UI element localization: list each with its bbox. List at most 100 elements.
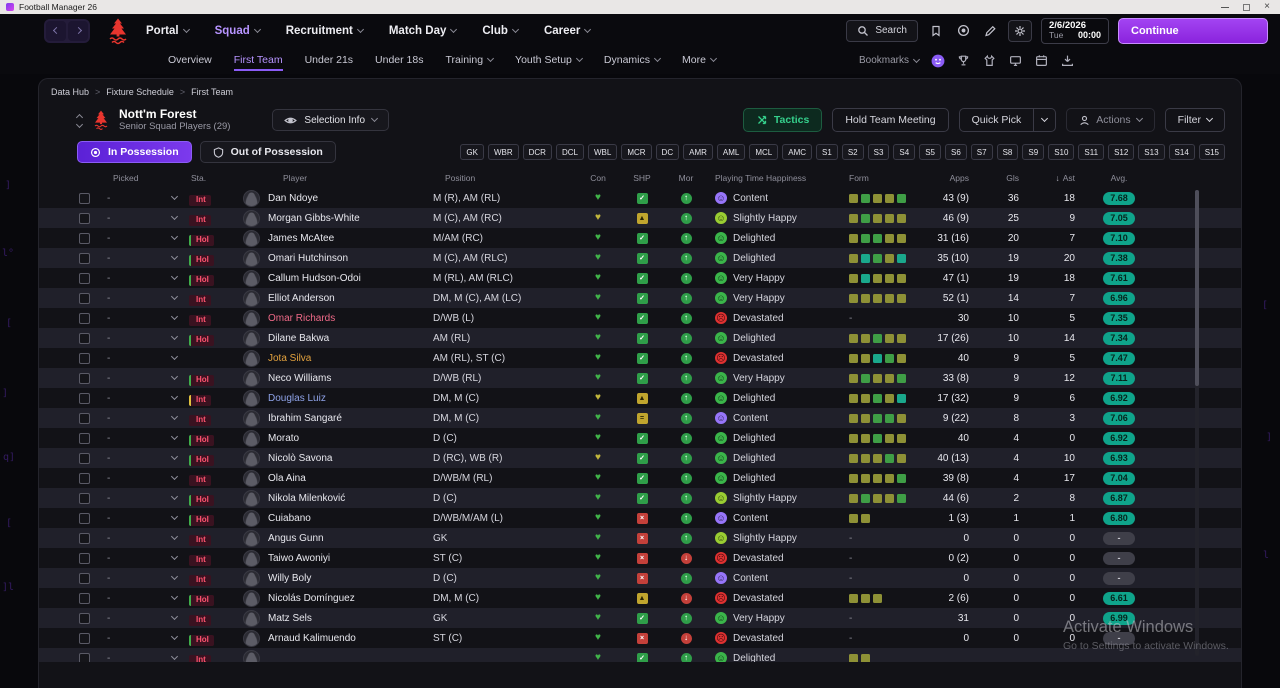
table-row[interactable]: - Int Douglas Luiz DM, M (C) ▲ ↑ ☺ Delig… <box>39 388 1241 408</box>
player-cell[interactable]: Angus Gunn <box>243 529 421 547</box>
screen-icon[interactable] <box>1008 53 1023 68</box>
player-cell[interactable]: Callum Hudson-Odoi <box>243 269 421 287</box>
table-row[interactable]: - Int Elliot Anderson DM, M (C), AM (LC)… <box>39 288 1241 308</box>
player-cell[interactable]: Willy Boly <box>243 569 421 587</box>
row-checkbox[interactable] <box>79 652 90 662</box>
row-checkbox[interactable] <box>79 532 90 544</box>
ball-icon[interactable] <box>954 22 972 40</box>
table-row[interactable]: - Int ✓ ↑ ☺ Delighted <box>39 648 1241 662</box>
row-checkbox[interactable] <box>79 552 90 564</box>
continue-button[interactable]: Continue <box>1118 17 1268 44</box>
nav-item-career[interactable]: Career <box>544 25 592 37</box>
position-chip-amr[interactable]: AMR <box>683 144 713 160</box>
tab-more[interactable]: More <box>682 50 717 71</box>
col-status[interactable]: Sta. <box>189 173 243 183</box>
col-playing-time-happiness[interactable]: Playing Time Happiness <box>707 173 833 183</box>
tab-first-team[interactable]: First Team <box>233 50 283 71</box>
player-cell[interactable]: Omari Hutchinson <box>243 249 421 267</box>
position-chip-mcl[interactable]: MCL <box>749 144 779 160</box>
picked-dropdown[interactable]: - <box>103 233 189 244</box>
position-chip-amc[interactable]: AMC <box>782 144 813 160</box>
position-chip-dcr[interactable]: DCR <box>522 144 552 160</box>
row-checkbox[interactable] <box>79 292 90 304</box>
nav-item-match-day[interactable]: Match Day <box>389 25 458 37</box>
picked-dropdown[interactable]: - <box>103 193 189 204</box>
col-average-rating[interactable]: Avg. <box>1087 173 1151 183</box>
player-cell[interactable]: James McAtee <box>243 229 421 247</box>
table-row[interactable]: - Hol James McAtee M/AM (RC) ✓ ↑ ☺ Delig… <box>39 228 1241 248</box>
bookmarks-dropdown[interactable]: Bookmarks <box>859 55 921 66</box>
position-chip-s2[interactable]: S2 <box>841 144 864 160</box>
table-row[interactable]: - Hol Callum Hudson-Odoi M (RL), AM (RLC… <box>39 268 1241 288</box>
picked-dropdown[interactable]: - <box>103 213 189 224</box>
picked-dropdown[interactable]: - <box>103 613 189 624</box>
row-checkbox[interactable] <box>79 392 90 404</box>
picked-dropdown[interactable]: - <box>103 333 189 344</box>
player-cell[interactable]: Dilane Bakwa <box>243 329 421 347</box>
position-chip-mcr[interactable]: MCR <box>621 144 652 160</box>
table-row[interactable]: - Hol Nicolás Domínguez DM, M (C) ▲ ↓ ☹ … <box>39 588 1241 608</box>
row-checkbox[interactable] <box>79 572 90 584</box>
col-sharpness[interactable]: SHP <box>619 173 665 183</box>
table-row[interactable]: - Hol Nicolò Savona D (RC), WB (R) ✓ ↑ ☺… <box>39 448 1241 468</box>
position-chip-s6[interactable]: S6 <box>945 144 967 160</box>
player-cell[interactable]: Ola Aina <box>243 469 421 487</box>
scrollbar-track[interactable] <box>1195 190 1199 656</box>
col-assists[interactable]: ↓ Ast <box>1031 173 1087 183</box>
maximize-icon[interactable] <box>1243 3 1251 11</box>
close-icon[interactable]: × <box>1264 2 1270 12</box>
scrollbar-thumb[interactable] <box>1195 190 1199 386</box>
row-checkbox[interactable] <box>79 512 90 524</box>
player-cell[interactable]: Douglas Luiz <box>243 389 421 407</box>
table-row[interactable]: - Int Ola Aina D/WB/M (RL) ✓ ↑ ☺ Delight… <box>39 468 1241 488</box>
picked-dropdown[interactable]: - <box>103 273 189 284</box>
actions-button[interactable]: Actions <box>1066 108 1155 132</box>
assistant-icon[interactable] <box>930 53 945 68</box>
table-row[interactable]: - Hol Neco Williams D/WB (RL) ✓ ↑ ☺ Very… <box>39 368 1241 388</box>
picked-dropdown[interactable]: - <box>103 293 189 304</box>
collapse-toggle[interactable] <box>75 113 84 129</box>
table-row[interactable]: - Int Taiwo Awoniyi ST (C) × ↓ ☹ Devasta… <box>39 548 1241 568</box>
tactics-button[interactable]: Tactics <box>742 108 823 132</box>
picked-dropdown[interactable]: - <box>103 633 189 644</box>
table-row[interactable]: - Int Ibrahim Sangaré DM, M (C) = ↑ ☺ Co… <box>39 408 1241 428</box>
tab-training[interactable]: Training <box>446 50 495 71</box>
pencil-icon[interactable] <box>981 22 999 40</box>
position-chip-s4[interactable]: S4 <box>893 144 916 160</box>
table-row[interactable]: - Int Omar Richards D/WB (L) ✓ ↑ ☹ Devas… <box>39 308 1241 328</box>
row-checkbox[interactable] <box>79 612 90 624</box>
position-chip-s15[interactable]: S15 <box>1198 144 1225 160</box>
row-checkbox[interactable] <box>79 252 90 264</box>
row-checkbox[interactable] <box>79 412 90 424</box>
picked-dropdown[interactable]: - <box>103 353 189 364</box>
player-cell[interactable] <box>243 649 421 662</box>
breadcrumb-item-first-team[interactable]: First Team <box>191 87 233 97</box>
player-cell[interactable]: Matz Sels <box>243 609 421 627</box>
position-chip-s14[interactable]: S14 <box>1168 144 1195 160</box>
settings-gear-button[interactable] <box>1008 19 1032 42</box>
player-cell[interactable]: Jota Silva <box>243 349 421 367</box>
player-cell[interactable]: Nicolò Savona <box>243 449 421 467</box>
player-cell[interactable]: Morgan Gibbs-White <box>243 209 421 227</box>
position-chip-s3[interactable]: S3 <box>867 144 890 160</box>
table-row[interactable]: - Hol Dilane Bakwa AM (RL) ✓ ↑ ☺ Delight… <box>39 328 1241 348</box>
player-cell[interactable]: Ibrahim Sangaré <box>243 409 421 427</box>
row-checkbox[interactable] <box>79 192 90 204</box>
player-cell[interactable]: Omar Richards <box>243 309 421 327</box>
col-goals[interactable]: Gls <box>981 173 1031 183</box>
col-form[interactable]: Form <box>833 173 925 183</box>
hold-team-meeting-button[interactable]: Hold Team Meeting <box>832 108 949 132</box>
nav-item-club[interactable]: Club <box>482 25 519 37</box>
picked-dropdown[interactable]: - <box>103 493 189 504</box>
table-row[interactable]: - Int Morgan Gibbs-White M (C), AM (RC) … <box>39 208 1241 228</box>
minimize-icon[interactable] <box>1221 6 1230 8</box>
picked-dropdown[interactable]: - <box>103 473 189 484</box>
row-checkbox[interactable] <box>79 232 90 244</box>
position-chip-dc[interactable]: DC <box>655 144 680 160</box>
row-checkbox[interactable] <box>79 212 90 224</box>
selection-info-dropdown[interactable]: Selection Info <box>272 109 390 131</box>
in-possession-tab[interactable]: In Possession <box>77 141 192 163</box>
table-row[interactable]: - Int Willy Boly D (C) × ↑ ☺ Content - 0… <box>39 568 1241 588</box>
position-chip-s5[interactable]: S5 <box>919 144 941 160</box>
row-checkbox[interactable] <box>79 472 90 484</box>
